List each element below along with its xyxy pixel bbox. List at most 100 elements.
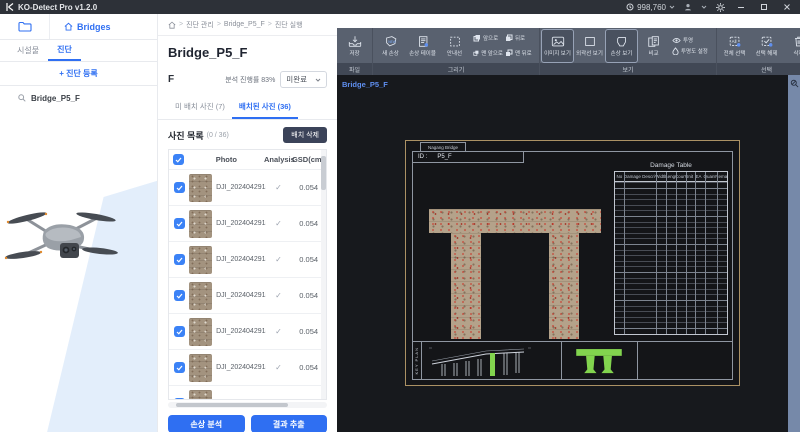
maximize-button[interactable] <box>757 1 771 13</box>
table-scrollbar-horizontal[interactable] <box>168 402 327 408</box>
tool-damage-table[interactable]: 손상 테이블 <box>407 30 438 62</box>
table-row[interactable]: DJI_20240429155 ✓ 0.054 <box>169 350 326 386</box>
tool-guideline[interactable]: 안내선 <box>439 30 470 62</box>
sheet-id-label: ID : <box>418 154 427 160</box>
toolbar-group-view: 이미지 보기 외곽선 보기 손상 보기 비교 투영 <box>540 28 717 75</box>
minimize-button[interactable] <box>734 1 748 13</box>
analyze-damage-button[interactable]: 손상 분석 <box>168 415 245 432</box>
tool-backward[interactable]: 뒤로 <box>503 34 537 42</box>
table-row[interactable]: DJI_20240429155 ✓ 0.054 <box>169 206 326 242</box>
new-badge: NEW <box>388 39 395 43</box>
tool-compare[interactable]: 비교 <box>638 30 669 62</box>
sidebar: Bridges 시설물 진단 + 진단 등록 Bridge_P5_F <box>0 14 158 432</box>
row-checkbox[interactable] <box>174 326 185 337</box>
analysis-check: ✓ <box>266 183 292 192</box>
row-checkbox[interactable] <box>174 290 185 301</box>
search-input[interactable]: Bridge_P5_F <box>0 86 157 110</box>
register-diagnosis-button[interactable]: + 진단 등록 <box>0 62 157 86</box>
table-row[interactable]: DJI_20240429155 ✓ 0.054 <box>169 242 326 278</box>
part-label: F <box>168 74 174 85</box>
export-results-button[interactable]: 결과 추출 <box>251 415 328 432</box>
drawing-canvas[interactable]: Bridge_P5_F Nagang Bridge ID : P5_F Dama… <box>337 75 788 432</box>
table-row[interactable]: DJI_20240429155 ✓ 0.054 <box>169 170 326 206</box>
pier-orthomosaic-column-left[interactable] <box>451 233 481 339</box>
cad-sheet[interactable]: Nagang Bridge ID : P5_F Damage Table No … <box>405 140 740 386</box>
table-header-row: Photo Analysis GSD(cm/px) <box>169 150 326 170</box>
breadcrumb-item-bridge[interactable]: Bridge_P5_F <box>224 21 265 28</box>
pier-orthomosaic-cap[interactable] <box>429 209 601 233</box>
tool-outline-view[interactable]: 외곽선 보기 <box>574 30 605 62</box>
tab-facilities[interactable]: 시설물 <box>8 40 48 61</box>
chevron-down-icon <box>315 78 321 82</box>
app-logo-icon <box>6 3 14 11</box>
analysis-check: ✓ <box>266 363 292 372</box>
view-option-buttons: 투영 투명도 설정 <box>670 36 714 55</box>
sheet-id-value: P5_F <box>437 154 451 160</box>
titlebar: KO-Detect Pro v1.2.0 998,760 <box>0 0 800 14</box>
viewer-side-strip[interactable] <box>788 75 800 432</box>
pier-orthomosaic-column-right[interactable] <box>549 233 579 339</box>
analysis-check: ✓ <box>266 327 292 336</box>
tab-unplaced-photos[interactable]: 미 배치 사진 (7) <box>168 96 232 119</box>
breadcrumb-item-run[interactable]: 진단 실행 <box>275 20 303 30</box>
deselect-icon <box>760 35 774 48</box>
photo-thumbnail <box>189 354 212 382</box>
photo-name: DJI_20240429155 <box>216 184 266 191</box>
tool-new-damage[interactable]: NEW 새 손상 <box>375 30 406 62</box>
header-checkbox[interactable] <box>173 154 184 165</box>
tab-placed-photos[interactable]: 배치된 사진 (36) <box>232 96 298 119</box>
status-dropdown[interactable]: 미완료 <box>280 71 327 88</box>
send-backward-icon <box>505 34 513 42</box>
photo-name: DJI_20240429155 <box>216 292 266 299</box>
table-row[interactable]: DJI_20240429155 ✓ 0.054 <box>169 278 326 314</box>
progress-label: 분석 진행률 83% <box>225 75 275 85</box>
row-checkbox[interactable] <box>174 218 185 229</box>
tool-save[interactable]: 저장 <box>339 30 370 62</box>
document-tab[interactable]: Bridge_P5_F <box>342 80 388 89</box>
row-checkbox[interactable] <box>174 398 185 400</box>
tool-opacity[interactable]: 투명도 설정 <box>670 47 714 55</box>
projects-nav[interactable] <box>0 14 50 39</box>
gsd-value: 0.054 <box>291 399 326 400</box>
project-title: Bridges <box>77 22 111 32</box>
user-menu[interactable] <box>684 3 692 11</box>
table-scrollbar-vertical[interactable] <box>321 150 326 399</box>
tool-select-all[interactable]: All 전체 선택 <box>719 30 750 62</box>
row-checkbox[interactable] <box>174 362 185 373</box>
tool-image-view[interactable]: 이미지 보기 <box>542 30 573 62</box>
close-button[interactable] <box>780 1 794 13</box>
tool-deselect[interactable]: 선택 해제 <box>751 30 782 62</box>
breadcrumb-item-management[interactable]: 진단 관리 <box>186 20 214 30</box>
tool-damage-view[interactable]: 손상 보기 <box>606 30 637 62</box>
settings-button[interactable] <box>716 3 725 12</box>
zoom-disabled-icon[interactable] <box>790 79 799 88</box>
droplet-icon <box>672 47 679 55</box>
tool-delete[interactable]: 삭제 <box>783 30 800 62</box>
photo-list-title: 사진 목록 <box>168 129 204 142</box>
breadcrumb-home-icon[interactable] <box>168 21 176 29</box>
scrollbar-thumb[interactable] <box>176 403 288 407</box>
row-checkbox[interactable] <box>174 254 185 265</box>
title-block-divider <box>412 341 733 342</box>
viewer-top-spacer <box>337 14 800 28</box>
tool-bring-to-front[interactable]: 맨 앞으로 <box>471 49 503 57</box>
viewer-toolbar: 저장 파일 NEW 새 손상 손상 테이블 안내선 <box>337 28 800 75</box>
credits-display[interactable]: 998,760 <box>626 3 675 12</box>
key-plan-highlight-pier <box>490 353 495 376</box>
tool-forward[interactable]: 앞으로 <box>471 34 503 42</box>
pier-shape-cell <box>564 343 634 381</box>
bring-forward-icon <box>473 34 481 42</box>
key-plan-sketch <box>424 343 558 381</box>
remove-placement-button[interactable]: 배치 삭제 <box>283 127 327 143</box>
table-row[interactable]: DJI_20240429155 ✓ 0.054 <box>169 386 326 400</box>
sheet-bridge-tab[interactable]: Nagang Bridge <box>420 142 466 151</box>
chevron-down-icon[interactable] <box>701 5 707 9</box>
scrollbar-thumb[interactable] <box>321 156 326 190</box>
tool-send-to-back[interactable]: 맨 뒤로 <box>503 49 537 57</box>
tool-projection[interactable]: 투영 <box>670 36 714 44</box>
tab-diagnosis[interactable]: 진단 <box>48 40 81 61</box>
table-row[interactable]: DJI_20240429155 ✓ 0.054 <box>169 314 326 350</box>
row-checkbox[interactable] <box>174 182 185 193</box>
project-header[interactable]: Bridges <box>50 22 111 32</box>
folder-icon <box>18 21 32 32</box>
